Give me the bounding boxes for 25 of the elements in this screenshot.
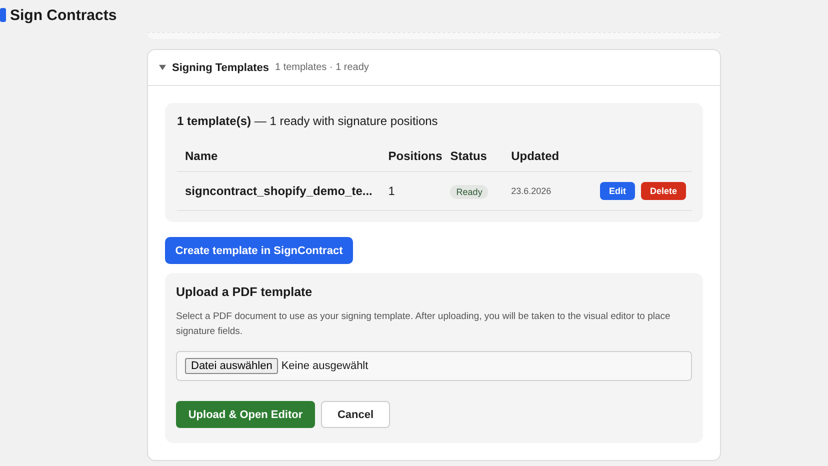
- upload-button[interactable]: Upload & Open Editor: [176, 401, 315, 428]
- column-header: Updated: [503, 140, 592, 172]
- app-title: Sign Contracts: [10, 6, 117, 24]
- upload-title: Upload a PDF template: [176, 285, 314, 299]
- section-header[interactable]: Signing Templates 1 templates · 1 ready: [148, 50, 720, 86]
- upload-description: Select a PDF document to use as your signing template. After uploading, you will be taken to the visual editor to place signature fields.: [176, 310, 672, 339]
- table-cell: 23.6.2026: [503, 172, 592, 210]
- file-status: Keine ausgewählt: [281, 360, 368, 372]
- edit-button[interactable]: Edit: [600, 182, 635, 200]
- status-badge: Ready: [450, 184, 488, 198]
- document-icon: [0, 7, 6, 23]
- file-input-field[interactable]: Datei auswählen Keine ausgewählt: [176, 351, 692, 381]
- table-cell: 1: [380, 172, 442, 210]
- column-header: Positions: [380, 140, 442, 172]
- cancel-button[interactable]: Cancel: [321, 401, 390, 428]
- section-title: Signing Templates: [172, 62, 269, 74]
- templates-summary: 1 template(s) — 1 ready with signature positions: [177, 114, 439, 128]
- table-cell: signcontract_shopify_demo_te...: [177, 172, 380, 210]
- choose-file-button[interactable]: Datei auswählen: [185, 358, 278, 374]
- column-header: Status: [442, 140, 504, 172]
- delete-button[interactable]: Delete: [640, 182, 686, 200]
- column-header: Name: [177, 140, 380, 172]
- section-summary: 1 templates · 1 ready: [274, 62, 369, 73]
- caret-icon: [159, 64, 166, 71]
- create-template-button[interactable]: Create template in SignContract: [165, 237, 353, 264]
